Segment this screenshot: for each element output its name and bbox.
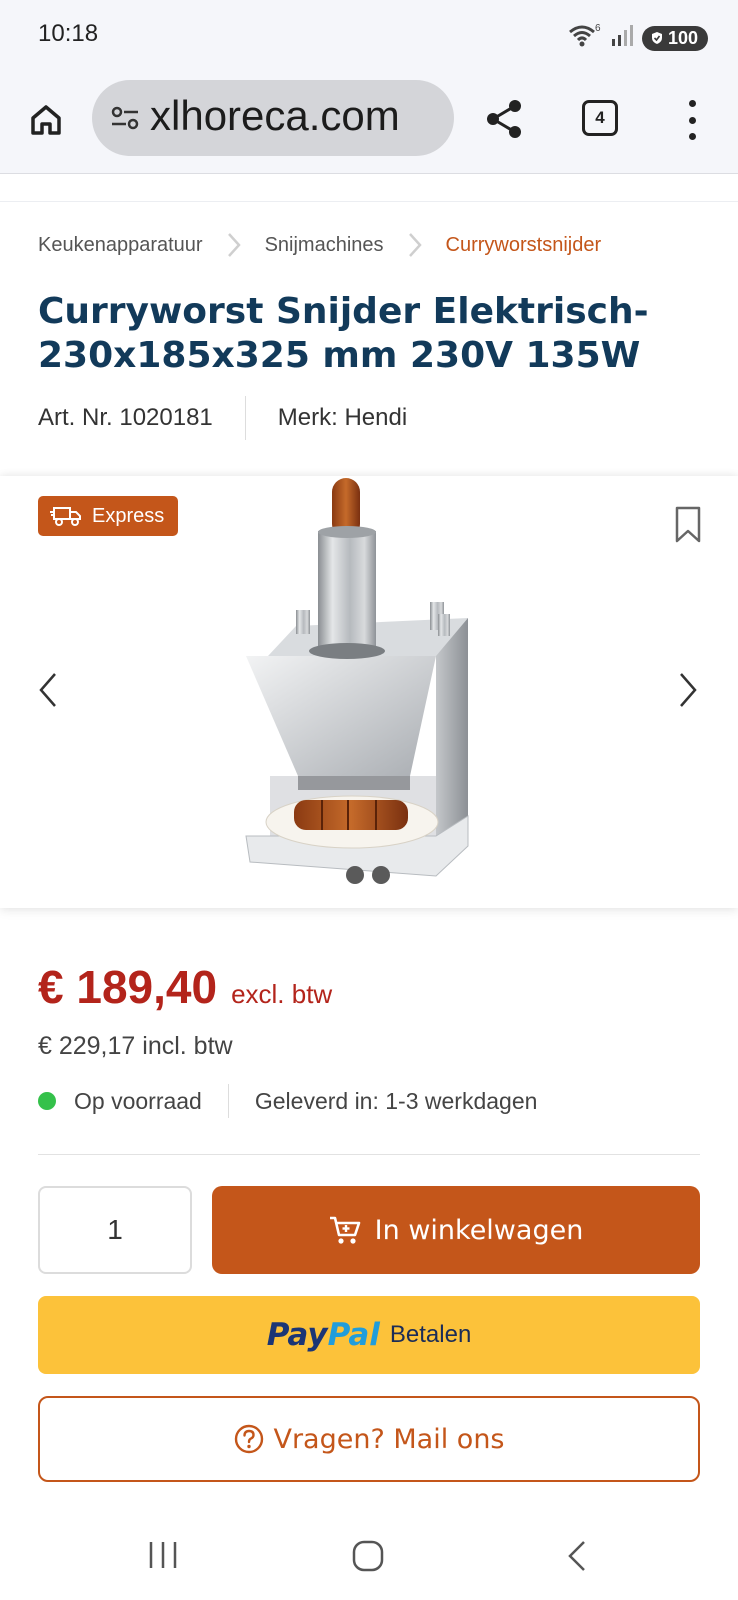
chevron-right-icon <box>227 232 241 259</box>
bookmark-icon <box>675 506 701 543</box>
paypal-label: Betalen <box>389 1321 472 1348</box>
system-back-button[interactable] <box>566 1540 588 1576</box>
system-home-button[interactable] <box>352 1540 384 1576</box>
chevron-right-icon <box>680 673 697 707</box>
add-to-cart-label: In winkelwagen <box>374 1214 584 1246</box>
address-bar[interactable]: xlhoreca.com <box>92 80 454 156</box>
site-header-strip <box>0 174 738 202</box>
breadcrumb-item-curryworstsnijder[interactable]: Curryworstsnijder <box>446 234 602 257</box>
in-stock-indicator <box>38 1092 56 1110</box>
share-button[interactable] <box>484 98 524 144</box>
carousel-dot[interactable] <box>372 866 390 884</box>
wifi-icon: 6 <box>568 22 602 54</box>
system-navigation-bar <box>0 1510 738 1600</box>
carousel-prev-button[interactable] <box>38 672 58 712</box>
mail-us-label: Vragen? Mail ons <box>273 1423 505 1455</box>
carousel-next-button[interactable] <box>678 672 698 712</box>
breadcrumb-item-keukenapparatuur[interactable]: Keukenapparatuur <box>38 234 203 257</box>
add-to-cart-button[interactable]: In winkelwagen <box>212 1186 700 1274</box>
quantity-input[interactable]: 1 <box>38 1186 192 1274</box>
stock-status: Op voorraad <box>74 1087 202 1114</box>
stock-divider <box>227 1084 229 1118</box>
battery-shield-icon <box>651 32 662 44</box>
more-vert-icon[interactable] <box>680 100 704 140</box>
tabs-button[interactable]: 4 <box>582 100 618 136</box>
clock: 10:18 <box>38 20 99 47</box>
recent-apps-button[interactable] <box>148 1540 178 1574</box>
delivery-time: Geleverd in: 1-3 werkdagen <box>254 1087 538 1114</box>
help-circle-icon <box>235 1424 264 1454</box>
express-badge: Express <box>38 496 179 536</box>
home-button[interactable] <box>26 100 66 140</box>
home-icon <box>31 105 61 135</box>
product-title: Curryworst Snijder Elektrisch-230x185x32… <box>38 291 649 376</box>
url-text: xlhoreca.com <box>150 92 400 139</box>
breadcrumb-item-snijmachines[interactable]: Snijmachines <box>265 234 384 257</box>
bookmark-button[interactable] <box>674 506 702 548</box>
paypal-button[interactable]: PayPal Betalen <box>38 1296 700 1374</box>
browser-toolbar: xlhoreca.com 4 <box>0 70 738 174</box>
article-number: Art. Nr. 1020181 <box>38 404 213 431</box>
price-excl-label: excl. btw <box>231 979 333 1009</box>
signal-icon <box>610 24 634 52</box>
status-bar: 10:18 6 100 <box>0 0 738 70</box>
mail-us-button[interactable]: Vragen? Mail ons <box>38 1396 700 1482</box>
battery-level: 100 <box>667 27 698 48</box>
share-icon <box>487 100 521 138</box>
product-meta: Art. Nr. 1020181 Merk: Hendi <box>38 396 407 440</box>
status-icons: 6 100 <box>568 22 708 54</box>
recent-apps-icon <box>149 1542 177 1568</box>
divider <box>38 1154 700 1155</box>
system-home-icon <box>352 1540 384 1572</box>
carousel-dots <box>346 866 390 884</box>
price-excl: € 189,40 excl. btw <box>38 960 332 1014</box>
brand-label: Merk: Hendi <box>277 404 408 431</box>
back-arrow-icon <box>568 1541 585 1571</box>
site-settings-icon[interactable] <box>110 104 140 136</box>
battery-indicator: 100 <box>641 25 708 51</box>
truck-icon <box>50 507 81 526</box>
breadcrumb: Keukenapparatuur Snijmachines Curryworst… <box>38 232 601 259</box>
availability: Op voorraad Geleverd in: 1-3 werkdagen <box>38 1084 537 1118</box>
price-value: € 189,40 <box>38 961 218 1013</box>
product-image <box>240 476 500 890</box>
quantity-value: 1 <box>107 1214 123 1245</box>
tab-count: 4 <box>595 108 605 127</box>
carousel-dot[interactable] <box>346 866 364 884</box>
product-image-carousel[interactable]: Express <box>0 476 738 908</box>
price-incl: € 229,17 incl. btw <box>38 1032 233 1060</box>
meta-divider <box>244 396 246 440</box>
chevron-left-icon <box>39 673 56 707</box>
cart-icon <box>329 1216 360 1244</box>
svg-text:6: 6 <box>595 23 601 34</box>
paypal-logo: PayPal <box>266 1317 380 1353</box>
express-label: Express <box>92 504 165 527</box>
chevron-right-icon <box>408 232 422 259</box>
